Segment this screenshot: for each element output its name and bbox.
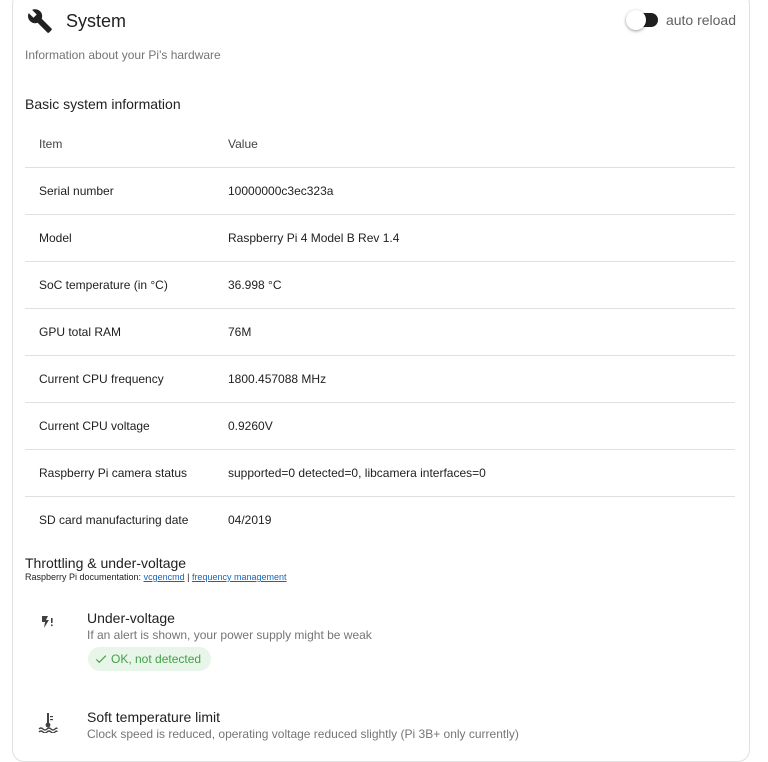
auto-reload-toggle[interactable]: auto reload [625, 10, 736, 30]
table-row: SD card manufacturing date 04/2019 [25, 497, 735, 544]
row-value: supported=0 detected=0, libcamera interf… [214, 449, 735, 497]
row-item: Model [25, 214, 214, 262]
row-item: Current CPU frequency [25, 355, 214, 403]
table-row: Current CPU frequency 1800.457088 MHz [25, 355, 735, 403]
column-header-value: Value [214, 121, 735, 168]
frequency-management-link[interactable]: frequency management [192, 572, 287, 582]
row-value: 76M [214, 308, 735, 356]
row-value: 1800.457088 MHz [214, 355, 735, 403]
row-item: SoC temperature (in °C) [25, 261, 214, 309]
auto-reload-label: auto reload [665, 12, 736, 28]
page-title: System [66, 10, 127, 31]
row-item: GPU total RAM [25, 308, 214, 356]
alert-title: Under-voltage [87, 610, 175, 626]
card-subtitle: Information about your Pi's hardware [25, 48, 221, 62]
row-value: 10000000c3ec323a [214, 167, 735, 215]
table-row: Raspberry Pi camera status supported=0 de… [25, 449, 735, 497]
system-info-table: Item Value Serial number 10000000c3ec323a… [25, 121, 735, 543]
documentation-links: Raspberry Pi documentation: vcgencmd | f… [25, 572, 287, 582]
row-item: Current CPU voltage [25, 402, 214, 450]
vcgencmd-link[interactable]: vcgencmd [144, 572, 185, 582]
toggle-switch[interactable] [625, 10, 658, 30]
alert-description: If an alert is shown, your power supply … [87, 628, 372, 642]
row-item: SD card manufacturing date [39, 513, 189, 527]
row-value: 04/2019 [228, 513, 272, 527]
table-row: Current CPU voltage 0.9260V [25, 402, 735, 450]
status-badge: OK, not detected [88, 647, 212, 671]
low-power-icon [40, 614, 56, 630]
table-row: GPU total RAM 76M [25, 308, 735, 356]
table-row: SoC temperature (in °C) 36.998 °C [25, 261, 735, 309]
row-item: Serial number [25, 167, 214, 215]
table-row: Model Raspberry Pi 4 Model B Rev 1.4 [25, 214, 735, 262]
check-icon [95, 655, 107, 664]
row-item: Raspberry Pi camera status [25, 449, 214, 497]
table-header-row: Item Value [25, 121, 735, 168]
basic-info-heading: Basic system information [25, 96, 181, 112]
card-header: System [27, 8, 126, 34]
alert-title: Soft temperature limit [87, 709, 221, 725]
column-header-item: Item [25, 121, 214, 168]
table-row: Serial number 10000000c3ec323a [25, 167, 735, 215]
wrench-icon [27, 8, 53, 34]
docs-prefix: Raspberry Pi documentation: [25, 572, 144, 582]
row-value: Raspberry Pi 4 Model B Rev 1.4 [214, 214, 735, 262]
alert-description: Clock speed is reduced, operating voltag… [87, 727, 519, 741]
thermostat-heat-icon [37, 711, 59, 734]
throttling-heading: Throttling & under-voltage [25, 555, 187, 571]
toggle-knob [625, 10, 646, 30]
row-value: 36.998 °C [214, 261, 735, 309]
row-value: 0.9260V [214, 402, 735, 450]
status-text: OK, not detected [111, 652, 202, 666]
link-separator: | [184, 572, 192, 582]
